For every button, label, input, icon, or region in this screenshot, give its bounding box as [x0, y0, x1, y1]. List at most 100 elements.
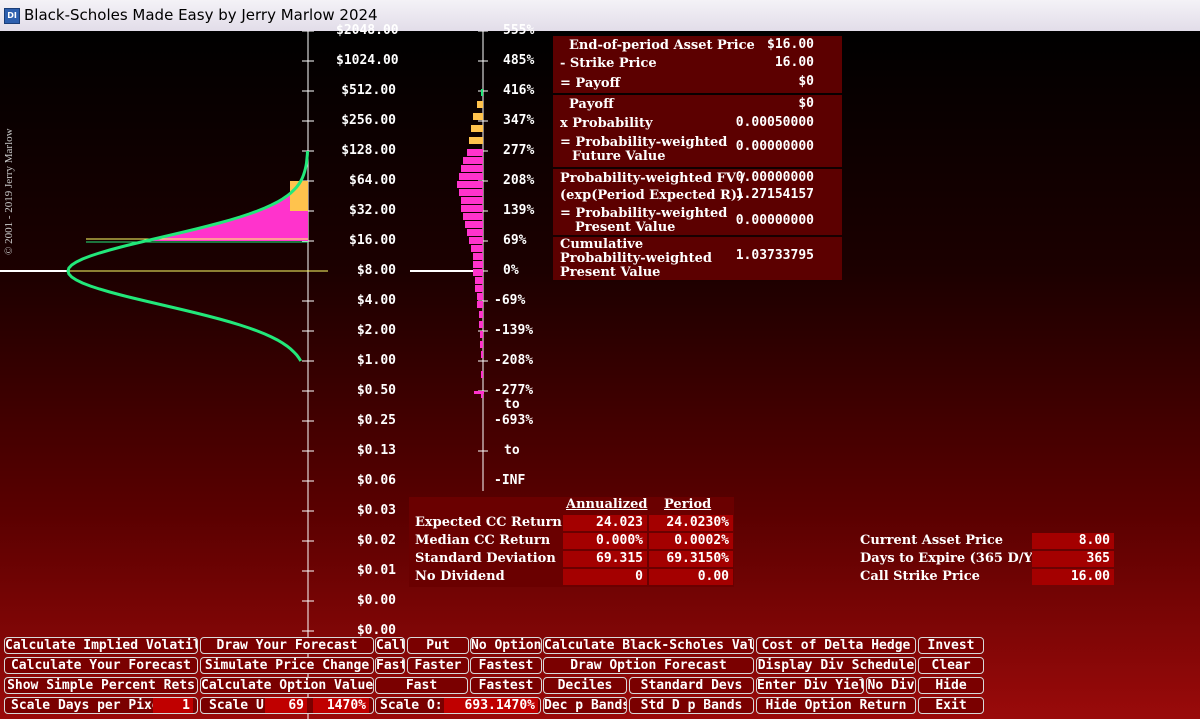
pwfv2-value: 0.00000000 — [735, 170, 814, 185]
button-row3[interactable]: Calculate Option Value — [200, 677, 374, 694]
decile-bands-button[interactable]: Dec p Bands — [543, 697, 627, 714]
input-field[interactable]: 365 — [1032, 551, 1114, 567]
eop-value: $16.00 — [767, 37, 814, 52]
return-histogram-bar — [459, 189, 483, 196]
button-row3[interactable]: Standard Devs — [629, 677, 754, 694]
app-icon: DI — [4, 8, 20, 24]
button-row1[interactable]: Draw Your Forecast — [200, 637, 374, 654]
scale-u-value[interactable]: 69 — [265, 698, 307, 713]
scale-days-per-pixel-button[interactable]: Scale Days per Pixel: 1 — [4, 697, 198, 714]
input-field[interactable]: 8.00 — [1032, 533, 1114, 549]
return-tick-label: -693% — [494, 413, 534, 428]
cum-label-line1: Cumulative — [560, 237, 644, 252]
return-histogram-bar — [481, 89, 483, 96]
scale-o-value[interactable]: 693.1470% — [444, 698, 538, 713]
exp-value: 1.27154157 — [735, 187, 814, 202]
stats-period-value: 0.0002% — [649, 533, 733, 549]
button-row2[interactable]: Simulate Price Change — [200, 657, 374, 674]
button-row3[interactable]: Hide — [918, 677, 984, 694]
price-tick-label: $2048.00 — [336, 23, 399, 38]
button-row2[interactable]: Clear — [918, 657, 984, 674]
strike-label: - Strike Price — [560, 56, 657, 71]
chart-canvas[interactable]: © 2001 - 2019 Jerry Marlow $2048.00 $1024… — [0, 23, 1200, 719]
return-histogram-bar — [473, 261, 483, 268]
return-histogram-bar — [480, 331, 483, 338]
col-annualized: Annualized — [566, 497, 648, 512]
pwpv-value: 0.00000000 — [735, 213, 814, 228]
return-histogram-bar — [473, 269, 483, 276]
price-tick-label: $0.03 — [356, 503, 396, 518]
payoff2-label: Payoff — [569, 97, 614, 112]
stats-period-value: 0.00 — [649, 569, 733, 585]
cum-label-line2: Probability-weighted — [560, 251, 712, 266]
exit-button[interactable]: Exit — [918, 697, 984, 714]
price-tick-label: $32.00 — [349, 203, 396, 218]
price-tick-label: $128.00 — [341, 143, 396, 158]
button-row1[interactable]: Calculate Implied Volatility — [4, 637, 198, 654]
scale-u-button[interactable]: Scale U: 69 1470% — [200, 697, 374, 714]
probability-label: x Probability — [560, 116, 653, 131]
exp-label: (exp(Period Expected R)) — [560, 188, 744, 203]
return-histogram-bar — [473, 113, 483, 120]
button-row1[interactable]: No Option — [470, 637, 542, 654]
return-histogram-bar — [461, 165, 483, 172]
stats-row-label: Median CC Return — [415, 533, 551, 548]
cum-label-line3: Present Value — [560, 265, 661, 280]
stats-period-value: 69.3150% — [649, 551, 733, 567]
return-histogram-bar — [477, 101, 483, 108]
input-label: Days to Expire (365 D/Y) — [860, 551, 1039, 566]
return-tick-label: -277% — [494, 383, 534, 398]
button-row1[interactable]: Calculate Black-Scholes Value — [543, 637, 754, 654]
return-histogram-bar — [481, 351, 483, 358]
button-row2[interactable]: Draw Option Forecast — [543, 657, 754, 674]
button-row1[interactable]: Invest — [918, 637, 984, 654]
return-histogram-bar — [469, 237, 483, 244]
stats-row-label: No Dividend — [415, 569, 505, 584]
stats-row-label: Standard Deviation — [415, 551, 556, 566]
input-field[interactable]: 16.00 — [1032, 569, 1114, 585]
button-row2[interactable]: Faster — [407, 657, 469, 674]
return-histogram-bar — [475, 285, 483, 292]
price-tick-label: $16.00 — [349, 233, 396, 248]
button-row2[interactable]: Display Div Schedule — [756, 657, 916, 674]
pwfv2-label: Probability-weighted FV / — [560, 171, 746, 186]
price-tick-label: $0.50 — [356, 383, 396, 398]
hide-option-return-button[interactable]: Hide Option Return — [756, 697, 916, 714]
return-histogram-bar — [459, 173, 483, 180]
button-row1[interactable]: Put — [407, 637, 469, 654]
payoff-label: = Payoff — [560, 76, 621, 91]
price-tick-label: $1.00 — [356, 353, 396, 368]
return-histogram-bar — [467, 229, 483, 236]
window-title: Black-Scholes Made Easy by Jerry Marlow … — [24, 6, 378, 24]
cum-value: 1.03733795 — [735, 248, 814, 263]
price-tick-label: $1024.00 — [336, 53, 399, 68]
price-tick-label: $8.00 — [356, 263, 396, 278]
pwfv-label-line2: Future Value — [572, 149, 666, 164]
button-row3[interactable]: Fast — [375, 677, 468, 694]
return-histogram-bar — [465, 221, 483, 228]
button-row2[interactable]: Fast — [375, 657, 405, 674]
button-row3[interactable]: Enter Div Yield — [756, 677, 864, 694]
return-histogram-bar — [457, 181, 483, 188]
return-histogram-bar — [480, 341, 483, 348]
price-tick-label: $0.13 — [356, 443, 396, 458]
return-histogram-bar — [481, 371, 483, 378]
return-histogram-bar — [477, 301, 483, 308]
std-dev-bands-button[interactable]: Std D p Bands — [629, 697, 754, 714]
price-tick-label: $0.00 — [356, 593, 396, 608]
button-row1[interactable]: Cost of Delta Hedge — [756, 637, 916, 654]
pwpv-label-line1: = Probability-weighted — [560, 206, 728, 221]
payoff-value: $0 — [798, 74, 814, 89]
scale-o-button[interactable]: Scale O: 693.1470% — [375, 697, 541, 714]
strike-value: 16.00 — [774, 55, 814, 70]
button-row3[interactable]: Deciles — [543, 677, 627, 694]
button-row3[interactable]: Fastest — [470, 677, 542, 694]
price-tick-label: $512.00 — [341, 83, 396, 98]
price-tick-label: $0.00 — [356, 623, 396, 638]
button-row2[interactable]: Fastest — [470, 657, 542, 674]
button-row3[interactable]: No Div — [866, 677, 916, 694]
button-row1[interactable]: Call — [375, 637, 405, 654]
button-row2[interactable]: Calculate Your Forecast — [4, 657, 198, 674]
button-row3[interactable]: Show Simple Percent Rets — [4, 677, 198, 694]
days-per-pixel-value[interactable]: 1 — [153, 698, 193, 713]
